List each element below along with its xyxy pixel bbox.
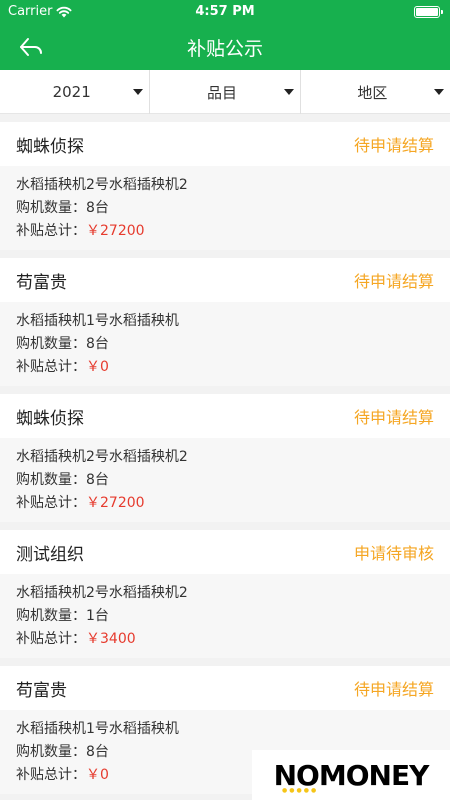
machine-name: 水稻插秧机2号水稻插秧机2 bbox=[16, 177, 188, 193]
card-details: 水稻插秧机2号水稻插秧机2 购机数量：1台 补贴总计：￥3400 bbox=[0, 574, 450, 658]
list-item[interactable]: 蜘蛛侦探 待申请结算 水稻插秧机2号水稻插秧机2 购机数量：8台 补贴总计：￥2… bbox=[0, 122, 450, 250]
status-badge: 待申请结算 bbox=[353, 680, 434, 699]
quantity-row: 购机数量：8台 bbox=[16, 197, 434, 220]
quantity-row: 购机数量：8台 bbox=[16, 333, 434, 356]
quantity-value: 1台 bbox=[86, 608, 109, 624]
machine-name: 水稻插秧机1号水稻插秧机 bbox=[16, 721, 179, 737]
total-value: ￥0 bbox=[86, 767, 109, 783]
total-label: 补贴总计： bbox=[16, 767, 86, 783]
machine-name: 水稻插秧机2号水稻插秧机2 bbox=[16, 585, 188, 601]
total-value: ￥27200 bbox=[86, 495, 145, 511]
filter-region[interactable]: 地区 bbox=[299, 70, 450, 114]
watermark-logo: NOMONEY ●●●●● bbox=[252, 750, 450, 800]
applicant-name: 蜘蛛侦探 bbox=[16, 136, 84, 157]
quantity-label: 购机数量： bbox=[16, 472, 86, 488]
status-badge: 待申请结算 bbox=[353, 136, 434, 155]
nav-bar: 补贴公示 bbox=[0, 24, 450, 70]
total-label: 补贴总计： bbox=[16, 359, 86, 375]
machine-name: 水稻插秧机1号水稻插秧机 bbox=[16, 313, 179, 329]
total-value: ￥3400 bbox=[86, 631, 136, 647]
total-label: 补贴总计： bbox=[16, 631, 86, 647]
quantity-label: 购机数量： bbox=[16, 744, 86, 760]
list-item[interactable]: 蜘蛛侦探 待申请结算 水稻插秧机2号水稻插秧机2 购机数量：8台 补贴总计：￥2… bbox=[0, 394, 450, 522]
card-header: 测试组织 申请待审核 bbox=[0, 530, 450, 574]
applicant-name: 苟富贵 bbox=[16, 272, 67, 293]
filter-year-label: 2021 bbox=[52, 83, 91, 101]
quantity-label: 购机数量： bbox=[16, 336, 86, 352]
total-row: 补贴总计：￥27200 bbox=[16, 220, 434, 243]
card-header: 蜘蛛侦探 待申请结算 bbox=[0, 122, 450, 166]
caret-down-icon bbox=[433, 89, 444, 95]
list-item[interactable]: 苟富贵 待申请结算 水稻插秧机1号水稻插秧机 购机数量：8台 补贴总计：￥0 bbox=[0, 258, 450, 386]
quantity-row: 购机数量：1台 bbox=[16, 605, 434, 628]
filter-year[interactable]: 2021 bbox=[0, 70, 149, 114]
watermark-stars-icon: ●●●●● bbox=[282, 787, 319, 794]
quantity-value: 8台 bbox=[86, 744, 109, 760]
card-details: 水稻插秧机2号水稻插秧机2 购机数量：8台 补贴总计：￥27200 bbox=[0, 166, 450, 250]
list-item[interactable]: 测试组织 申请待审核 水稻插秧机2号水稻插秧机2 购机数量：1台 补贴总计：￥3… bbox=[0, 530, 450, 658]
battery-icon bbox=[414, 6, 443, 18]
quantity-label: 购机数量： bbox=[16, 608, 86, 624]
filter-bar: 2021 品目 地区 bbox=[0, 70, 450, 114]
applicant-name: 测试组织 bbox=[16, 544, 84, 565]
filter-category-label: 品目 bbox=[206, 83, 237, 102]
quantity-row: 购机数量：8台 bbox=[16, 469, 434, 492]
subsidy-list: 蜘蛛侦探 待申请结算 水稻插秧机2号水稻插秧机2 购机数量：8台 补贴总计：￥2… bbox=[0, 122, 450, 800]
total-row: 补贴总计：￥0 bbox=[16, 356, 434, 379]
caret-down-icon bbox=[133, 89, 144, 95]
quantity-value: 8台 bbox=[86, 336, 109, 352]
quantity-label: 购机数量： bbox=[16, 200, 86, 216]
page-title: 补贴公示 bbox=[186, 38, 263, 60]
status-bar: Carrier 4:57 PM bbox=[0, 0, 450, 24]
applicant-name: 苟富贵 bbox=[16, 680, 67, 701]
total-value: ￥0 bbox=[86, 359, 109, 375]
card-details: 水稻插秧机2号水稻插秧机2 购机数量：8台 补贴总计：￥27200 bbox=[0, 438, 450, 522]
filter-category[interactable]: 品目 bbox=[149, 70, 299, 114]
card-header: 苟富贵 待申请结算 bbox=[0, 666, 450, 710]
total-row: 补贴总计：￥27200 bbox=[16, 492, 434, 515]
status-badge: 待申请结算 bbox=[353, 408, 434, 427]
app-header: Carrier 4:57 PM 补贴公示 bbox=[0, 0, 450, 70]
quantity-value: 8台 bbox=[86, 200, 109, 216]
quantity-value: 8台 bbox=[86, 472, 109, 488]
card-header: 苟富贵 待申请结算 bbox=[0, 258, 450, 302]
machine-name: 水稻插秧机2号水稻插秧机2 bbox=[16, 449, 188, 465]
caret-down-icon bbox=[283, 89, 294, 95]
total-value: ￥27200 bbox=[86, 223, 145, 239]
card-details: 水稻插秧机1号水稻插秧机 购机数量：8台 补贴总计：￥0 bbox=[0, 302, 450, 386]
applicant-name: 蜘蛛侦探 bbox=[16, 408, 84, 429]
status-time: 4:57 PM bbox=[195, 4, 255, 19]
status-badge: 申请待审核 bbox=[353, 544, 434, 563]
filter-region-label: 地区 bbox=[357, 83, 388, 102]
status-badge: 待申请结算 bbox=[353, 272, 434, 291]
total-row: 补贴总计：￥3400 bbox=[16, 628, 434, 651]
total-label: 补贴总计： bbox=[16, 495, 86, 511]
card-header: 蜘蛛侦探 待申请结算 bbox=[0, 394, 450, 438]
total-label: 补贴总计： bbox=[16, 223, 86, 239]
